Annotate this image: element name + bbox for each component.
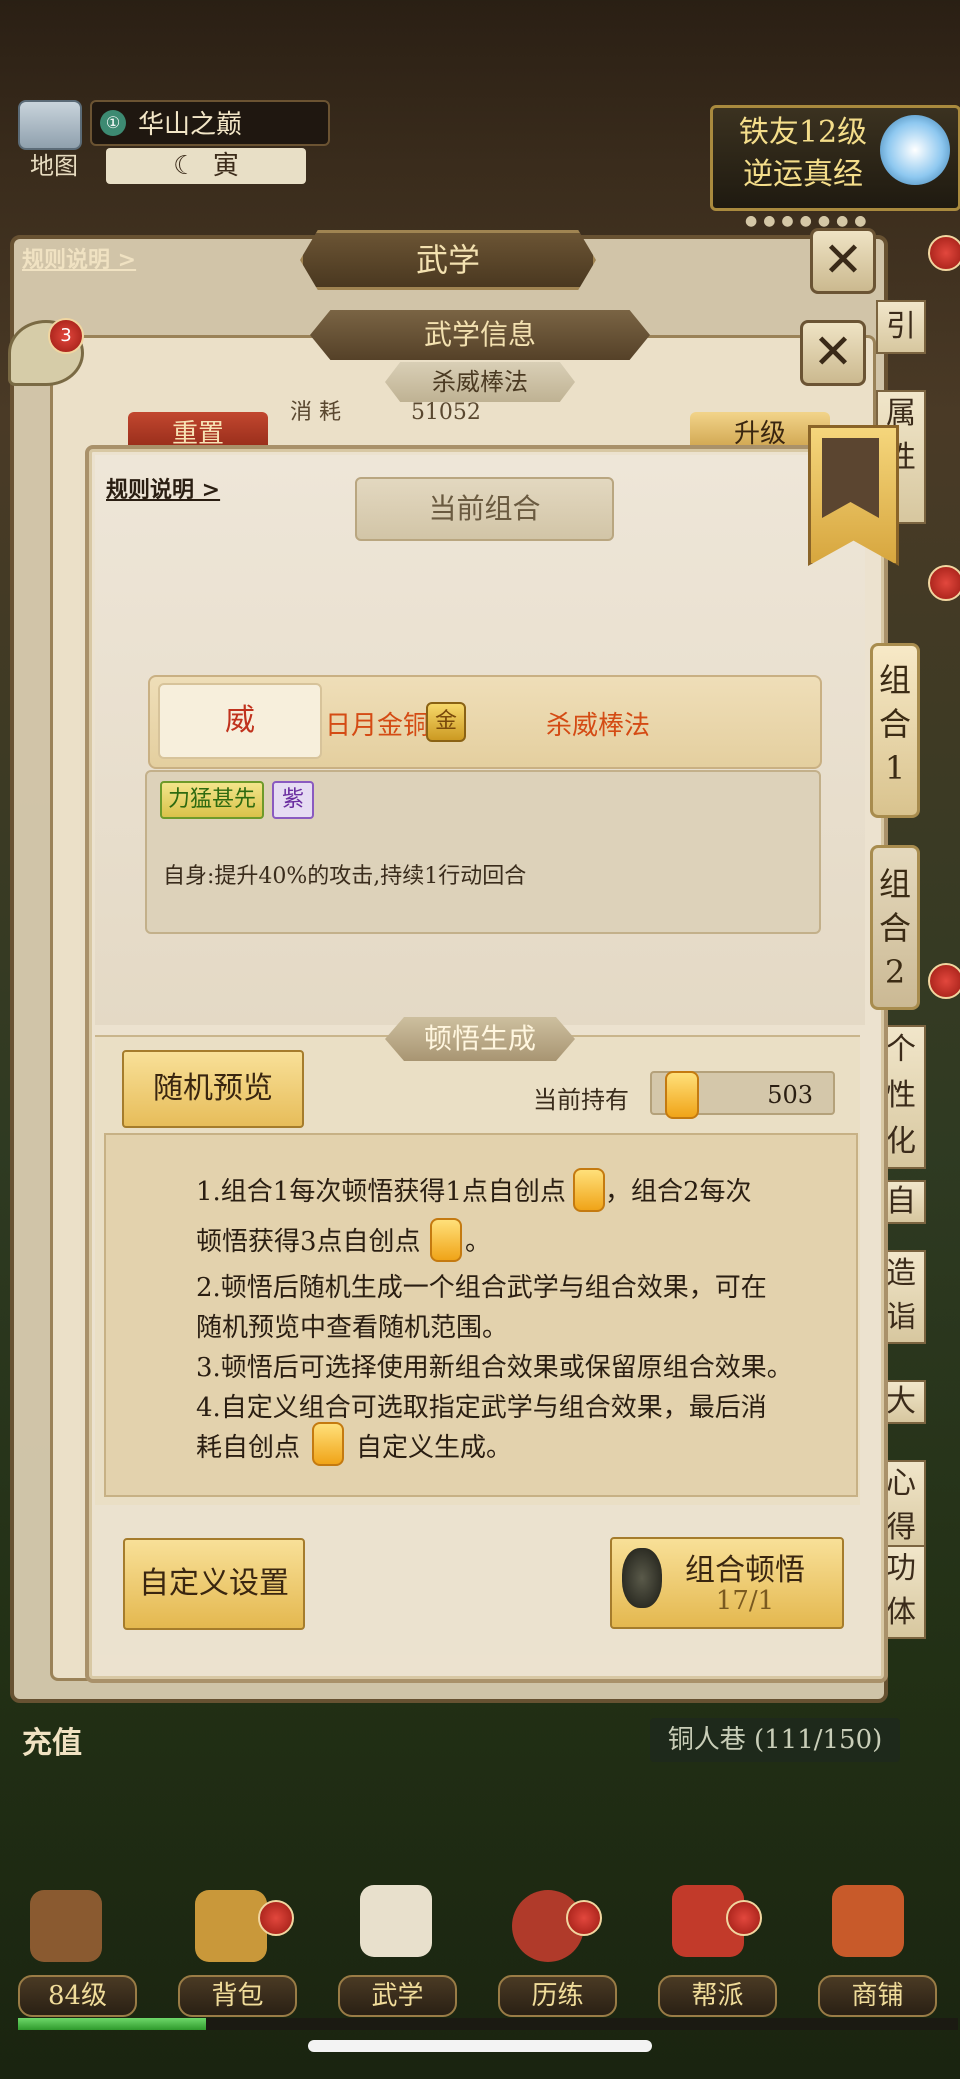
custom-settings-button[interactable]: 自定义设置: [123, 1538, 305, 1630]
tab-combo-1[interactable]: 组 合 1: [870, 643, 920, 818]
tab-combo-2[interactable]: 组 合 2: [870, 845, 920, 1010]
rule-line-1b: ，组合2每次: [605, 1177, 752, 1207]
red-dot-icon: [928, 565, 960, 601]
creation-point-icon: [573, 1168, 605, 1212]
recharge-button[interactable]: 充值: [22, 1718, 82, 1762]
rule-line-2b: 随机预览中查看随机范围。: [196, 1313, 509, 1343]
rule-line-1a: 1.组合1每次顿悟获得1点自创点: [196, 1177, 566, 1207]
rule-line-1d: 。: [465, 1227, 492, 1257]
stage-progress: 铜人巷 (111/150): [650, 1718, 900, 1762]
creation-point-icon: [665, 1071, 699, 1119]
experience-fill: [18, 2018, 206, 2030]
rule-line-4c: 自定义生成。: [356, 1433, 513, 1463]
modal-rule-link[interactable]: 规则说明 >: [106, 472, 220, 504]
generation-title: 顿悟生成: [385, 1017, 575, 1061]
wuxue-info-title: 武学信息: [310, 310, 650, 360]
red-dot-icon: [928, 963, 960, 999]
moon-icon: ☾: [173, 151, 197, 181]
scroll-icon: [360, 1885, 432, 1957]
random-preview-button[interactable]: 随机预览: [122, 1050, 304, 1128]
time-label: 寅: [212, 151, 239, 181]
banner-line-2: 逆运真经: [743, 157, 863, 192]
location-name: 华山之巅: [138, 110, 243, 140]
creation-point-icon: [312, 1422, 344, 1466]
banner-pager-dots: ●●●●●●●: [745, 213, 873, 229]
nav-bag[interactable]: 背包: [178, 1975, 297, 2017]
consume-row: 消 耗 51052: [290, 394, 640, 425]
combo-insight-label: 组合顿悟: [685, 1553, 805, 1588]
time-indicator: ☾ 寅: [106, 148, 306, 184]
red-dot-icon: [258, 1900, 294, 1936]
red-dot-icon: [726, 1900, 762, 1936]
nav-shop[interactable]: 商铺: [818, 1975, 937, 2017]
map-icon[interactable]: [18, 100, 82, 150]
tab-combo-1-char: 组: [878, 661, 911, 699]
tab-combo-2-char: 组: [878, 865, 911, 903]
rule-line-2a: 2.顿悟后随机生成一个组合武学与组合效果，可在: [196, 1273, 767, 1303]
notification-badge: 3: [48, 318, 84, 354]
info-close-icon[interactable]: ✕: [800, 320, 866, 386]
wuxue-title: 武学: [300, 230, 596, 290]
tab-combo-1-char: 合: [878, 705, 911, 743]
tab-combo-1-char: 1: [884, 749, 906, 787]
tab-combo-2-char: 合: [878, 909, 911, 947]
rule-line-4a: 4.自定义组合可选取指定武学与组合效果，最后消: [196, 1393, 767, 1423]
red-dot-icon: [566, 1900, 602, 1936]
quality-badge: 紫: [272, 781, 314, 819]
shop-icon: [832, 1885, 904, 1957]
holding-label: 当前持有: [533, 1086, 629, 1114]
nav-level[interactable]: 84级: [18, 1975, 137, 2017]
effect-tag: 力猛甚先: [160, 781, 264, 819]
red-dot-icon: [928, 235, 960, 271]
hat-icon: [30, 1890, 102, 1962]
home-indicator[interactable]: [308, 2040, 652, 2052]
rule-line-1c: 顿悟获得3点自创点: [196, 1227, 421, 1257]
tab-combo-2-char: 2: [884, 953, 906, 991]
location-box[interactable]: 华山之巅: [90, 100, 330, 146]
banner-line-1: 铁友12级: [738, 115, 868, 150]
combo-insight-count: 17/1: [715, 1586, 775, 1616]
combo-skill: 杀威棒法: [546, 711, 651, 741]
orb-icon: [880, 115, 950, 185]
consume-label: 消 耗: [290, 400, 341, 425]
consume-value: 51052: [410, 400, 481, 425]
rule-line-4b: 耗自创点: [196, 1433, 301, 1463]
close-icon[interactable]: ✕: [810, 228, 876, 294]
nav-wuxue[interactable]: 武学: [338, 1975, 457, 2017]
nav-training[interactable]: 历练: [498, 1975, 617, 2017]
location-marker-icon: ①: [100, 110, 126, 136]
map-label: 地图: [30, 152, 78, 180]
gold-grade-icon: 金: [426, 702, 466, 742]
combo-weapon: 日月金铜: [325, 711, 430, 741]
back-rule-link[interactable]: 规则说明 >: [22, 242, 136, 274]
nav-guild[interactable]: 帮派: [658, 1975, 777, 2017]
event-banner-text: 铁友12级逆运真经: [718, 112, 888, 196]
creation-point-icon: [430, 1218, 462, 1262]
side-tab-index[interactable]: 引: [876, 300, 926, 354]
rule-line-3: 3.顿悟后可选择使用新组合效果或保留原组合效果。: [196, 1353, 793, 1383]
effect-description: 自身:提升40%的攻击,持续1行动回合: [163, 864, 527, 889]
current-combo-title: 当前组合: [355, 477, 614, 541]
combo-attribute: 威: [158, 683, 322, 759]
bag-icon: [195, 1890, 267, 1962]
